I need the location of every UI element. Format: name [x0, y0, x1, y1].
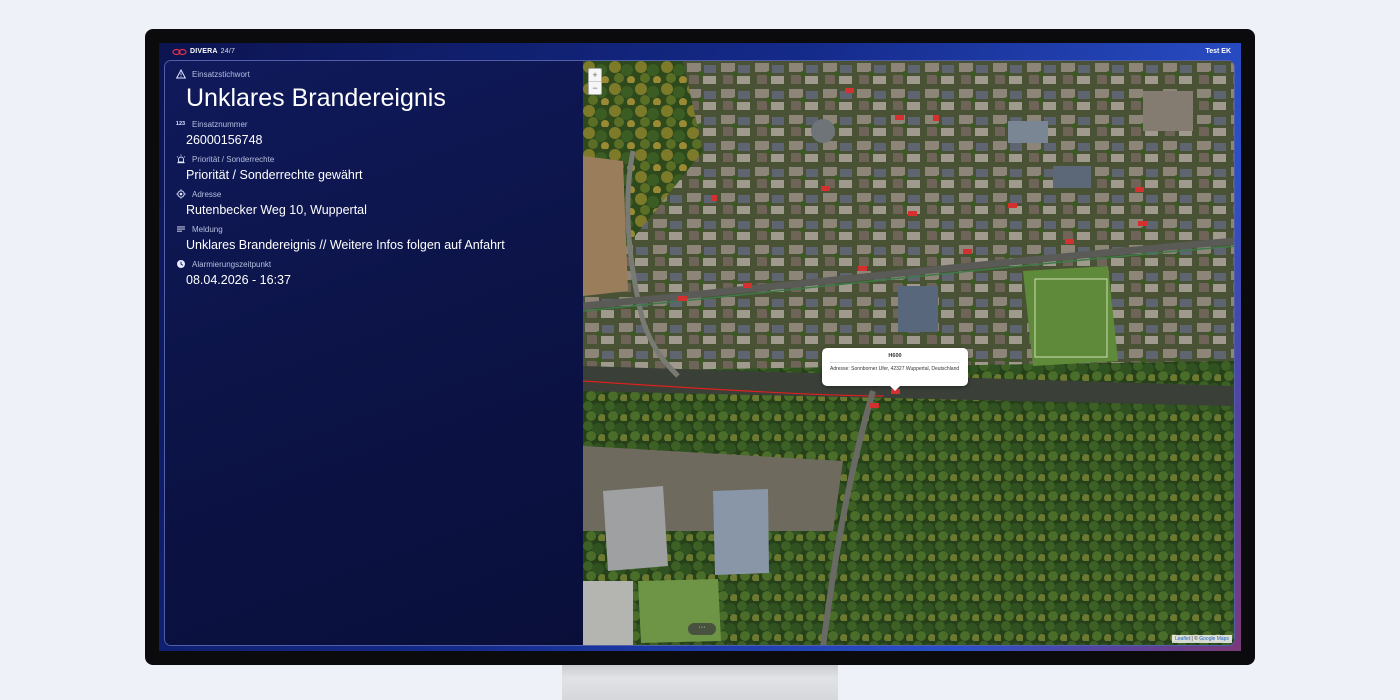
stichwort-value: Unklares Brandereignis	[186, 84, 446, 112]
brand-suffix: 24/7	[220, 48, 236, 55]
field-prioritaet: Priorität / Sonderrechte Priorität / Son…	[175, 153, 362, 182]
monitor-stand	[562, 664, 838, 700]
app-screen: DIVERA 24/7 Test EK Einsatzstichwort Unk…	[159, 43, 1241, 651]
clock-icon	[175, 259, 186, 270]
alarm-view: Einsatzstichwort Unklares Brandereignis …	[164, 60, 1235, 646]
numbers-icon: 123	[175, 121, 186, 127]
stichwort-label: Einsatzstichwort	[192, 69, 250, 79]
siren-icon	[175, 154, 186, 165]
leaflet-link[interactable]: Leaflet	[1175, 636, 1190, 642]
field-stichwort: Einsatzstichwort Unklares Brandereignis	[175, 68, 446, 113]
google-maps-link[interactable]: Google Maps	[1199, 636, 1229, 642]
popup-address: Adresse: Sonnborner Ufer, 42327 Wupperta…	[830, 366, 960, 372]
popup-title: H600	[830, 353, 960, 363]
map-view[interactable]: + − H600 Adresse: Sonnborner Ufer, 42327…	[583, 61, 1234, 645]
message-icon	[175, 224, 186, 235]
brand: DIVERA 24/7	[172, 48, 235, 56]
field-adresse: Adresse Rutenbecker Weg 10, Wuppertal	[175, 188, 367, 217]
meldung-label: Meldung	[192, 224, 223, 234]
meldung-value: Unklares Brandereignis // Weitere Infos …	[186, 238, 505, 252]
user-name[interactable]: Test EK	[1205, 48, 1231, 55]
hydrant-popup[interactable]: H600 Adresse: Sonnborner Ufer, 42327 Wup…	[822, 348, 968, 391]
alarm-details-panel: Einsatzstichwort Unklares Brandereignis …	[165, 61, 583, 645]
brand-name: DIVERA	[190, 48, 218, 55]
warning-icon	[175, 69, 186, 80]
prioritaet-label: Priorität / Sonderrechte	[192, 154, 275, 164]
alarmierung-label: Alarmierungszeitpunkt	[192, 259, 272, 269]
top-bar: DIVERA 24/7 Test EK	[159, 43, 1241, 60]
nummer-value: 26000156748	[186, 133, 263, 147]
more-button[interactable]: ···	[688, 623, 716, 635]
field-alarmierung: Alarmierungszeitpunkt 08.04.2026 - 16:37	[175, 258, 291, 287]
zoom-in-button[interactable]: +	[589, 69, 601, 81]
adresse-label: Adresse	[192, 189, 222, 199]
nummer-label: Einsatznummer	[192, 119, 248, 129]
field-nummer: 123 Einsatznummer 26000156748	[175, 118, 263, 148]
divera-logo-icon	[172, 48, 187, 55]
alarmierung-value: 08.04.2026 - 16:37	[186, 273, 291, 287]
field-meldung: Meldung Unklares Brandereignis // Weiter…	[175, 223, 505, 252]
zoom-control: + −	[588, 68, 602, 95]
location-icon	[175, 189, 186, 200]
adresse-value[interactable]: Rutenbecker Weg 10, Wuppertal	[186, 203, 367, 217]
zoom-out-button[interactable]: −	[589, 81, 601, 94]
map-attribution: Leaflet | © Google Maps	[1172, 635, 1232, 643]
prioritaet-value: Priorität / Sonderrechte gewährt	[186, 168, 363, 182]
